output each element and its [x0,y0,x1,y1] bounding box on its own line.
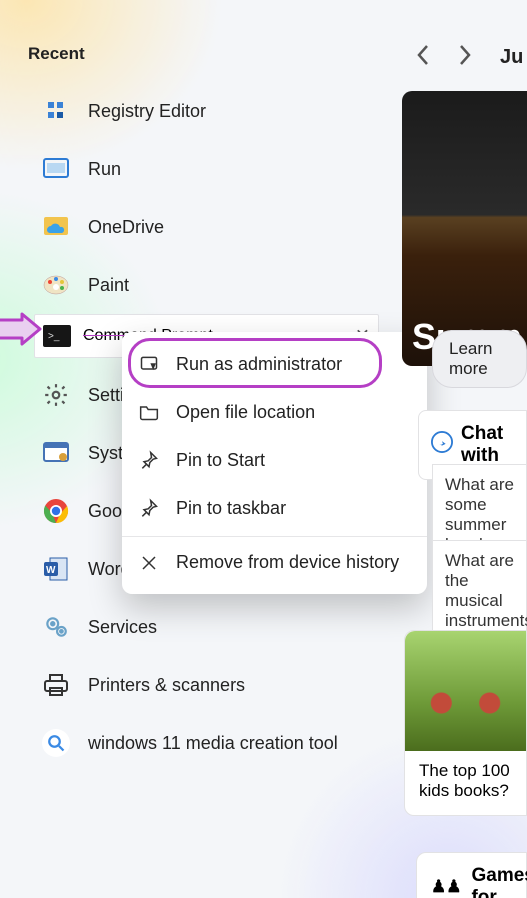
search-icon [42,729,70,757]
ctx-run-as-admin[interactable]: Run as administrator [122,340,427,388]
ctx-open-file-location[interactable]: Open file location [122,388,427,436]
games-label: Games for [471,865,527,898]
recent-item-label: windows 11 media creation tool [88,733,338,754]
registry-editor-icon [42,97,70,125]
chat-suggestion-2[interactable]: What are the musical instruments [432,540,527,642]
pin-icon [138,449,160,471]
recent-item-label: OneDrive [88,217,164,238]
pin-icon [138,497,160,519]
hero-card[interactable]: Summ [402,91,527,366]
learn-more-button[interactable]: Learn more [432,330,527,388]
folder-icon [138,401,160,423]
photo-card[interactable]: The top 100 kids books? [404,630,527,816]
annotation-arrow [0,314,40,344]
onedrive-icon [42,213,70,241]
chess-icon: ♟♟ [431,877,461,897]
recent-item-run[interactable]: Run [0,140,375,198]
month-label: Ju [500,46,523,69]
recent-heading: Recent [0,0,375,82]
run-icon [42,155,70,183]
nav-prev-button[interactable] [416,44,430,71]
recent-item-label: Services [88,617,157,638]
ctx-item-label: Open file location [176,402,315,423]
recent-item-onedrive[interactable]: OneDrive [0,198,375,256]
recent-item-paint[interactable]: Paint [0,256,375,314]
photo-card-image [405,631,526,751]
recent-item-search[interactable]: windows 11 media creation tool [0,714,375,772]
gear-icon [42,381,70,409]
ctx-remove-history[interactable]: Remove from device history [122,536,427,586]
recent-item-registry-editor[interactable]: Registry Editor [0,82,375,140]
shield-admin-icon [138,353,160,375]
recent-item-printers[interactable]: Printers & scanners [0,656,375,714]
bing-icon [431,431,453,459]
recent-item-services[interactable]: Services [0,598,375,656]
chat-header-label: Chat with [461,423,518,467]
recent-item-label: Registry Editor [88,101,206,122]
command-prompt-icon: >_ [43,322,71,350]
ctx-pin-to-taskbar[interactable]: Pin to taskbar [122,484,427,532]
word-icon: W [42,555,70,583]
ctx-item-label: Run as administrator [176,354,342,375]
recent-item-label: Run [88,159,121,180]
svg-text:>_: >_ [48,331,60,342]
paint-icon [42,271,70,299]
printer-icon [42,671,70,699]
context-menu: Run as administrator Open file location … [122,332,427,594]
recent-item-label: Printers & scanners [88,675,245,696]
ctx-item-label: Pin to taskbar [176,498,286,519]
chrome-icon [42,497,70,525]
photo-card-caption: The top 100 kids books? [405,751,526,815]
svg-text:W: W [46,565,56,576]
ctx-item-label: Remove from device history [176,552,399,573]
close-icon [138,552,160,574]
recent-item-label: Paint [88,275,129,296]
ctx-item-label: Pin to Start [176,450,265,471]
services-icon [42,613,70,641]
system-config-icon [42,439,70,467]
games-card[interactable]: ♟♟ Games for [416,852,527,898]
ctx-pin-to-start[interactable]: Pin to Start [122,436,427,484]
nav-next-button[interactable] [458,44,472,71]
